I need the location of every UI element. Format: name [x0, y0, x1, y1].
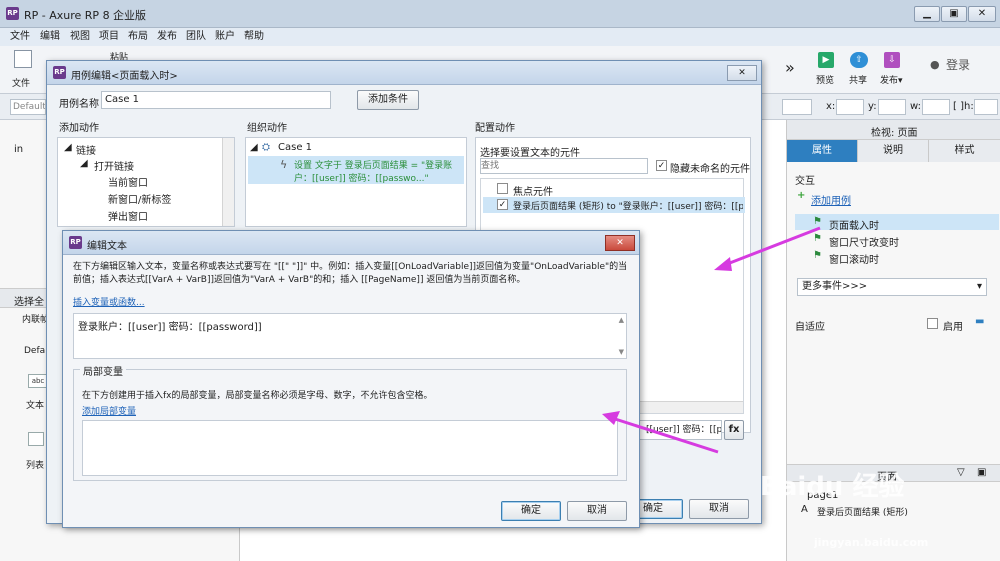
annotation-arrow-lower — [611, 416, 719, 454]
watermark-url: jingyan.baidu.com — [814, 536, 929, 549]
watermark-brand: Baidu 经验 — [760, 472, 905, 502]
annotation-arrow-upper — [721, 226, 821, 268]
arrowhead — [714, 257, 732, 271]
arrowhead — [602, 411, 620, 425]
